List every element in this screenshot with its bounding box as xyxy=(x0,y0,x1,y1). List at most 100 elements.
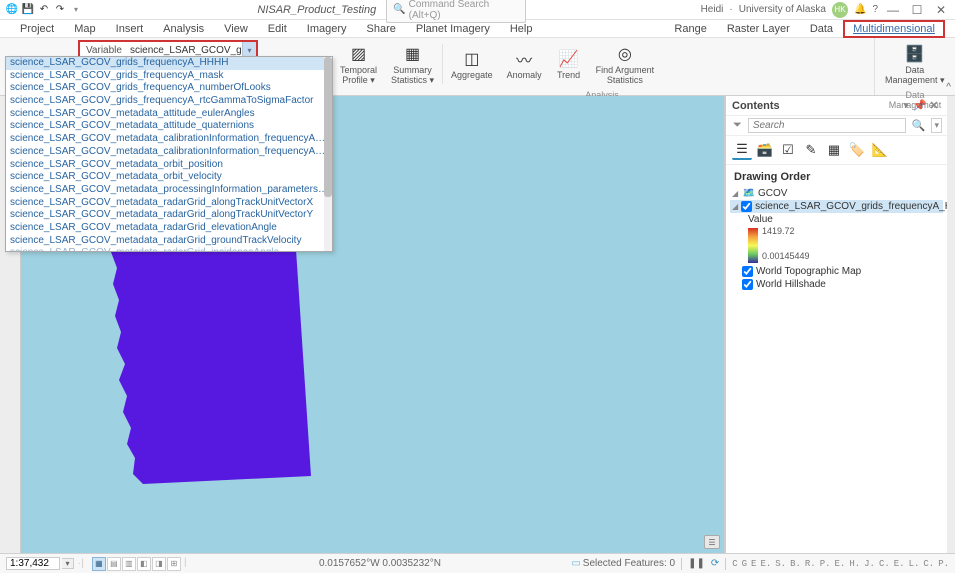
dropdown-item[interactable]: science_LSAR_GCOV_metadata_orbit_positio… xyxy=(6,159,332,172)
dropdown-item[interactable]: science_LSAR_GCOV_metadata_radarGrid_alo… xyxy=(6,209,332,222)
dropdown-item[interactable]: science_LSAR_GCOV_metadata_processingInf… xyxy=(6,184,332,197)
variable-dropdown-list[interactable]: science_LSAR_GCOV_grids_frequencyA_HHHH … xyxy=(5,56,333,252)
refresh-icon[interactable]: ⟳ xyxy=(711,558,719,569)
dropdown-item[interactable]: science_LSAR_GCOV_metadata_attitude_quat… xyxy=(6,120,332,133)
snap-item[interactable]: J. xyxy=(864,559,875,569)
snap-item[interactable]: E xyxy=(751,559,756,569)
contents-search-input[interactable] xyxy=(748,118,906,133)
snap-item[interactable]: H. xyxy=(849,559,860,569)
toc-basemap-row[interactable]: World Hillshade xyxy=(730,278,943,291)
data-management-button[interactable]: 🗄️ DataManagement ▾ xyxy=(879,40,951,88)
list-by-perspective[interactable]: 📐 xyxy=(870,140,890,160)
aggregate-button[interactable]: ◫ Aggregate xyxy=(445,45,499,83)
summary-statistics-button[interactable]: ▦ SummaryStatistics ▾ xyxy=(385,40,440,88)
basemap-visibility-checkbox[interactable] xyxy=(742,266,753,277)
snap-item[interactable]: G xyxy=(742,559,747,569)
dropdown-item[interactable]: science_LSAR_GCOV_metadata_radarGrid_alo… xyxy=(6,197,332,210)
expand-icon[interactable]: ◢ xyxy=(732,189,740,198)
dropdown-scroll-thumb[interactable] xyxy=(324,57,332,197)
snap-item[interactable]: E. xyxy=(894,559,905,569)
snap-item[interactable]: P. xyxy=(938,559,949,569)
save-icon[interactable]: 💾 xyxy=(21,3,35,17)
dropdown-item[interactable]: science_LSAR_GCOV_metadata_attitude_eule… xyxy=(6,108,332,121)
view-mode-1[interactable]: ▦ xyxy=(92,557,106,571)
minimize-button[interactable]: — xyxy=(884,3,902,17)
collapse-ribbon-button[interactable]: ^ xyxy=(946,82,951,93)
dropdown-item[interactable]: science_LSAR_GCOV_grids_frequencyA_mask xyxy=(6,70,332,83)
menu-help[interactable]: Help xyxy=(500,20,543,38)
snap-item[interactable]: S. xyxy=(775,559,786,569)
snap-item[interactable]: E. xyxy=(835,559,846,569)
toc-map-row[interactable]: ◢ 🗺️ GCOV xyxy=(730,186,943,200)
snap-item[interactable]: C. xyxy=(923,559,934,569)
menu-planet-imagery[interactable]: Planet Imagery xyxy=(406,20,500,38)
view-mode-2[interactable]: ▤ xyxy=(107,557,121,571)
menu-share[interactable]: Share xyxy=(357,20,406,38)
snap-item[interactable]: C xyxy=(732,559,737,569)
maximize-button[interactable]: ☐ xyxy=(908,3,926,17)
trend-button[interactable]: 📈 Trend xyxy=(550,45,588,83)
menu-view[interactable]: View xyxy=(214,20,258,38)
view-mode-5[interactable]: ◨ xyxy=(152,557,166,571)
view-mode-3[interactable]: ▥ xyxy=(122,557,136,571)
list-by-selection[interactable]: ☑ xyxy=(778,140,798,160)
temporal-profile-button[interactable]: ▨ TemporalProfile ▾ xyxy=(334,40,383,88)
view-mode-6[interactable]: ⊞ xyxy=(167,557,181,571)
dropdown-item[interactable]: science_LSAR_GCOV_metadata_calibrationIn… xyxy=(6,146,332,159)
scale-control[interactable]: ▾ xyxy=(6,557,74,570)
menu-insert[interactable]: Insert xyxy=(106,20,154,38)
scale-input[interactable] xyxy=(6,557,60,570)
menu-edit[interactable]: Edit xyxy=(258,20,297,38)
menu-analysis[interactable]: Analysis xyxy=(153,20,214,38)
menu-raster-layer[interactable]: Raster Layer xyxy=(717,20,800,38)
snap-item[interactable]: P. xyxy=(820,559,831,569)
menu-project[interactable]: Project xyxy=(10,20,64,38)
anomaly-button[interactable]: 〰 Anomaly xyxy=(501,45,548,83)
list-by-labeling[interactable]: 🏷️ xyxy=(847,140,867,160)
scale-dropdown[interactable]: ▾ xyxy=(62,558,74,569)
snap-item[interactable]: L. xyxy=(909,559,920,569)
find-argument-button[interactable]: ◎ Find ArgumentStatistics xyxy=(590,40,661,88)
snap-item[interactable]: B. xyxy=(790,559,801,569)
menu-imagery[interactable]: Imagery xyxy=(297,20,357,38)
selected-features[interactable]: ▭ Selected Features: 0 xyxy=(571,558,675,569)
redo-icon[interactable]: ↷ xyxy=(53,3,67,17)
list-by-data-source[interactable]: 🗃️ xyxy=(755,140,775,160)
menu-data[interactable]: Data xyxy=(800,20,843,38)
snap-item[interactable]: R. xyxy=(805,559,816,569)
pause-icon[interactable]: ❚❚ xyxy=(688,558,705,569)
dropdown-item[interactable]: science_LSAR_GCOV_metadata_calibrationIn… xyxy=(6,133,332,146)
undo-icon[interactable]: ↶ xyxy=(37,3,51,17)
search-options-button[interactable]: ▾ xyxy=(931,118,942,133)
list-by-snapping[interactable]: ▦ xyxy=(824,140,844,160)
user-avatar[interactable]: HK xyxy=(832,2,848,18)
snap-item[interactable]: C. xyxy=(879,559,890,569)
list-by-editing[interactable]: ✎ xyxy=(801,140,821,160)
menu-range[interactable]: Range xyxy=(664,20,716,38)
attribute-table-button[interactable]: ☰ xyxy=(704,535,720,549)
dropdown-item[interactable]: science_LSAR_GCOV_metadata_radarGrid_inc… xyxy=(6,247,332,252)
bell-icon[interactable]: 🔔 xyxy=(854,4,866,15)
dropdown-scrollbar[interactable] xyxy=(324,57,332,251)
dropdown-item[interactable]: science_LSAR_GCOV_grids_frequencyA_numbe… xyxy=(6,82,332,95)
list-by-drawing-order[interactable]: ☰ xyxy=(732,140,752,160)
filter-icon[interactable]: ⏷ xyxy=(731,119,744,132)
menu-map[interactable]: Map xyxy=(64,20,105,38)
expand-icon[interactable]: ◢ xyxy=(732,202,738,211)
dropdown-item[interactable]: science_LSAR_GCOV_metadata_orbit_velocit… xyxy=(6,171,332,184)
dropdown-item[interactable]: science_LSAR_GCOV_metadata_radarGrid_ele… xyxy=(6,222,332,235)
basemap-visibility-checkbox[interactable] xyxy=(742,279,753,290)
help-icon[interactable]: ? xyxy=(872,4,878,15)
toc-basemap-row[interactable]: World Topographic Map xyxy=(730,265,943,278)
qat-more-icon[interactable]: ▾ xyxy=(69,3,83,17)
toc-layer-row[interactable]: ◢ science_LSAR_GCOV_grids_frequencyA_HHH… xyxy=(730,200,943,213)
variable-value[interactable]: science_LSAR_GCOV_g xyxy=(128,45,242,56)
close-button[interactable]: ✕ xyxy=(932,3,950,17)
dropdown-item[interactable]: science_LSAR_GCOV_grids_frequencyA_rtcGa… xyxy=(6,95,332,108)
dropdown-item[interactable]: science_LSAR_GCOV_grids_frequencyA_HHHH xyxy=(6,57,332,70)
snap-item[interactable]: E. xyxy=(760,559,771,569)
layer-visibility-checkbox[interactable] xyxy=(741,201,752,212)
menu-multidimensional[interactable]: Multidimensional xyxy=(843,20,945,38)
view-mode-4[interactable]: ◧ xyxy=(137,557,151,571)
dropdown-item[interactable]: science_LSAR_GCOV_metadata_radarGrid_gro… xyxy=(6,235,332,248)
